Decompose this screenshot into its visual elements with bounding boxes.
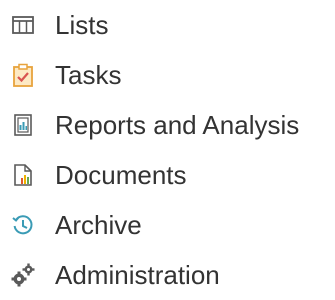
nav-item-lists-label: Lists — [55, 10, 109, 40]
nav-item-administration[interactable]: Administration — [0, 252, 335, 300]
nav-item-archive-label: Archive — [55, 210, 142, 240]
clipboard-check-icon — [10, 62, 36, 88]
nav-item-reports-label: Reports and Analysis — [55, 110, 300, 140]
nav-item-tasks-label: Tasks — [55, 60, 122, 90]
nav-item-tasks[interactable]: Tasks — [0, 52, 335, 100]
nav-item-reports-and-analysis[interactable]: Reports and Analysis — [0, 102, 335, 150]
document-chart-icon — [10, 162, 36, 188]
history-clock-icon — [10, 212, 36, 238]
navigation-list: Lists Tasks Reports and Analysis Documen… — [0, 0, 335, 292]
nav-item-administration-label: Administration — [55, 260, 220, 290]
nav-item-lists[interactable]: Lists — [0, 2, 335, 50]
nav-item-documents-label: Documents — [55, 160, 187, 190]
gears-icon — [10, 262, 36, 288]
report-icon — [10, 112, 36, 138]
nav-item-archive[interactable]: Archive — [0, 202, 335, 250]
table-icon — [10, 12, 36, 38]
nav-item-documents[interactable]: Documents — [0, 152, 335, 200]
